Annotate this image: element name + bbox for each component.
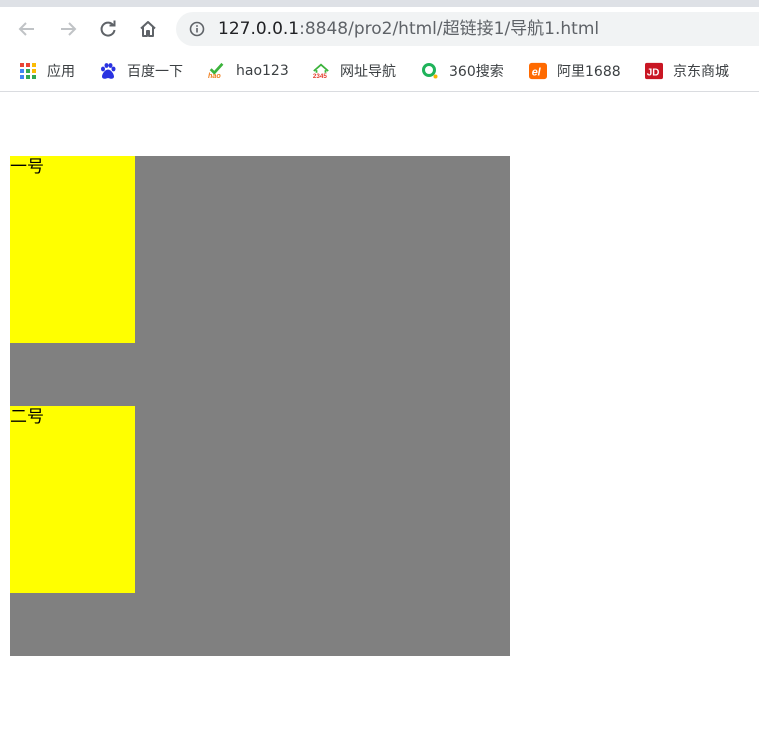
home-button[interactable] (136, 17, 160, 41)
home-icon (140, 21, 156, 37)
bookmark-baidu[interactable]: 百度一下 (99, 61, 183, 81)
back-button[interactable] (15, 17, 39, 41)
bookmarks-bar: 应用 百度一下 hao hao123 2345 网址导航 360搜索 el 阿里… (0, 51, 759, 92)
hao123-icon: hao (208, 62, 226, 80)
forward-arrow-icon (61, 22, 77, 36)
bookmark-label: hao123 (236, 63, 289, 79)
svg-text:2345: 2345 (313, 73, 328, 80)
bookmark-label: 360搜索 (449, 64, 504, 80)
nav-container: 一号 二号 (10, 156, 510, 656)
bookmark-label: 网址导航 (340, 64, 396, 80)
reload-icon (100, 20, 116, 37)
tab-strip (0, 0, 759, 7)
svg-text:JD: JD (647, 68, 660, 79)
svg-text:hao: hao (208, 71, 221, 80)
bookmark-label: 应用 (47, 64, 75, 80)
nav-link-2[interactable]: 二号 (10, 406, 135, 593)
bookmark-2345[interactable]: 2345 网址导航 (312, 61, 396, 81)
url-text[interactable]: 127.0.0.1:8848/pro2/html/超链接1/导航1.html (218, 19, 599, 39)
svg-text:el: el (532, 67, 542, 79)
bookmark-360[interactable]: 360搜索 (421, 61, 504, 81)
address-bar[interactable]: 127.0.0.1:8848/pro2/html/超链接1/导航1.html (176, 12, 759, 46)
bookmark-label: 百度一下 (127, 64, 183, 80)
url-path: :8848/pro2/html/超链接1/导航1.html (299, 19, 600, 39)
info-icon[interactable] (189, 21, 205, 37)
reload-button[interactable] (96, 17, 120, 41)
bookmark-apps[interactable]: 应用 (19, 61, 75, 81)
bookmark-label: 阿里1688 (557, 64, 621, 80)
apps-grid-icon (19, 62, 37, 80)
page-content: 一号 二号 (0, 92, 759, 738)
bookmark-jd[interactable]: JD 京东商城 (645, 61, 729, 81)
baidu-paw-icon (99, 62, 117, 80)
browser-toolbar: 127.0.0.1:8848/pro2/html/超链接1/导航1.html (0, 7, 759, 51)
1688-icon: el (529, 62, 547, 80)
forward-button[interactable] (56, 17, 80, 41)
jd-icon: JD (645, 62, 663, 80)
bookmark-label: 京东商城 (673, 64, 729, 80)
bookmark-hao123[interactable]: hao hao123 (208, 61, 289, 81)
url-host: 127.0.0.1 (218, 19, 300, 39)
360-search-icon (421, 62, 439, 80)
2345-house-icon: 2345 (312, 62, 330, 80)
back-arrow-icon (18, 22, 34, 36)
bookmark-1688[interactable]: el 阿里1688 (529, 61, 621, 81)
nav-link-1[interactable]: 一号 (10, 156, 135, 343)
